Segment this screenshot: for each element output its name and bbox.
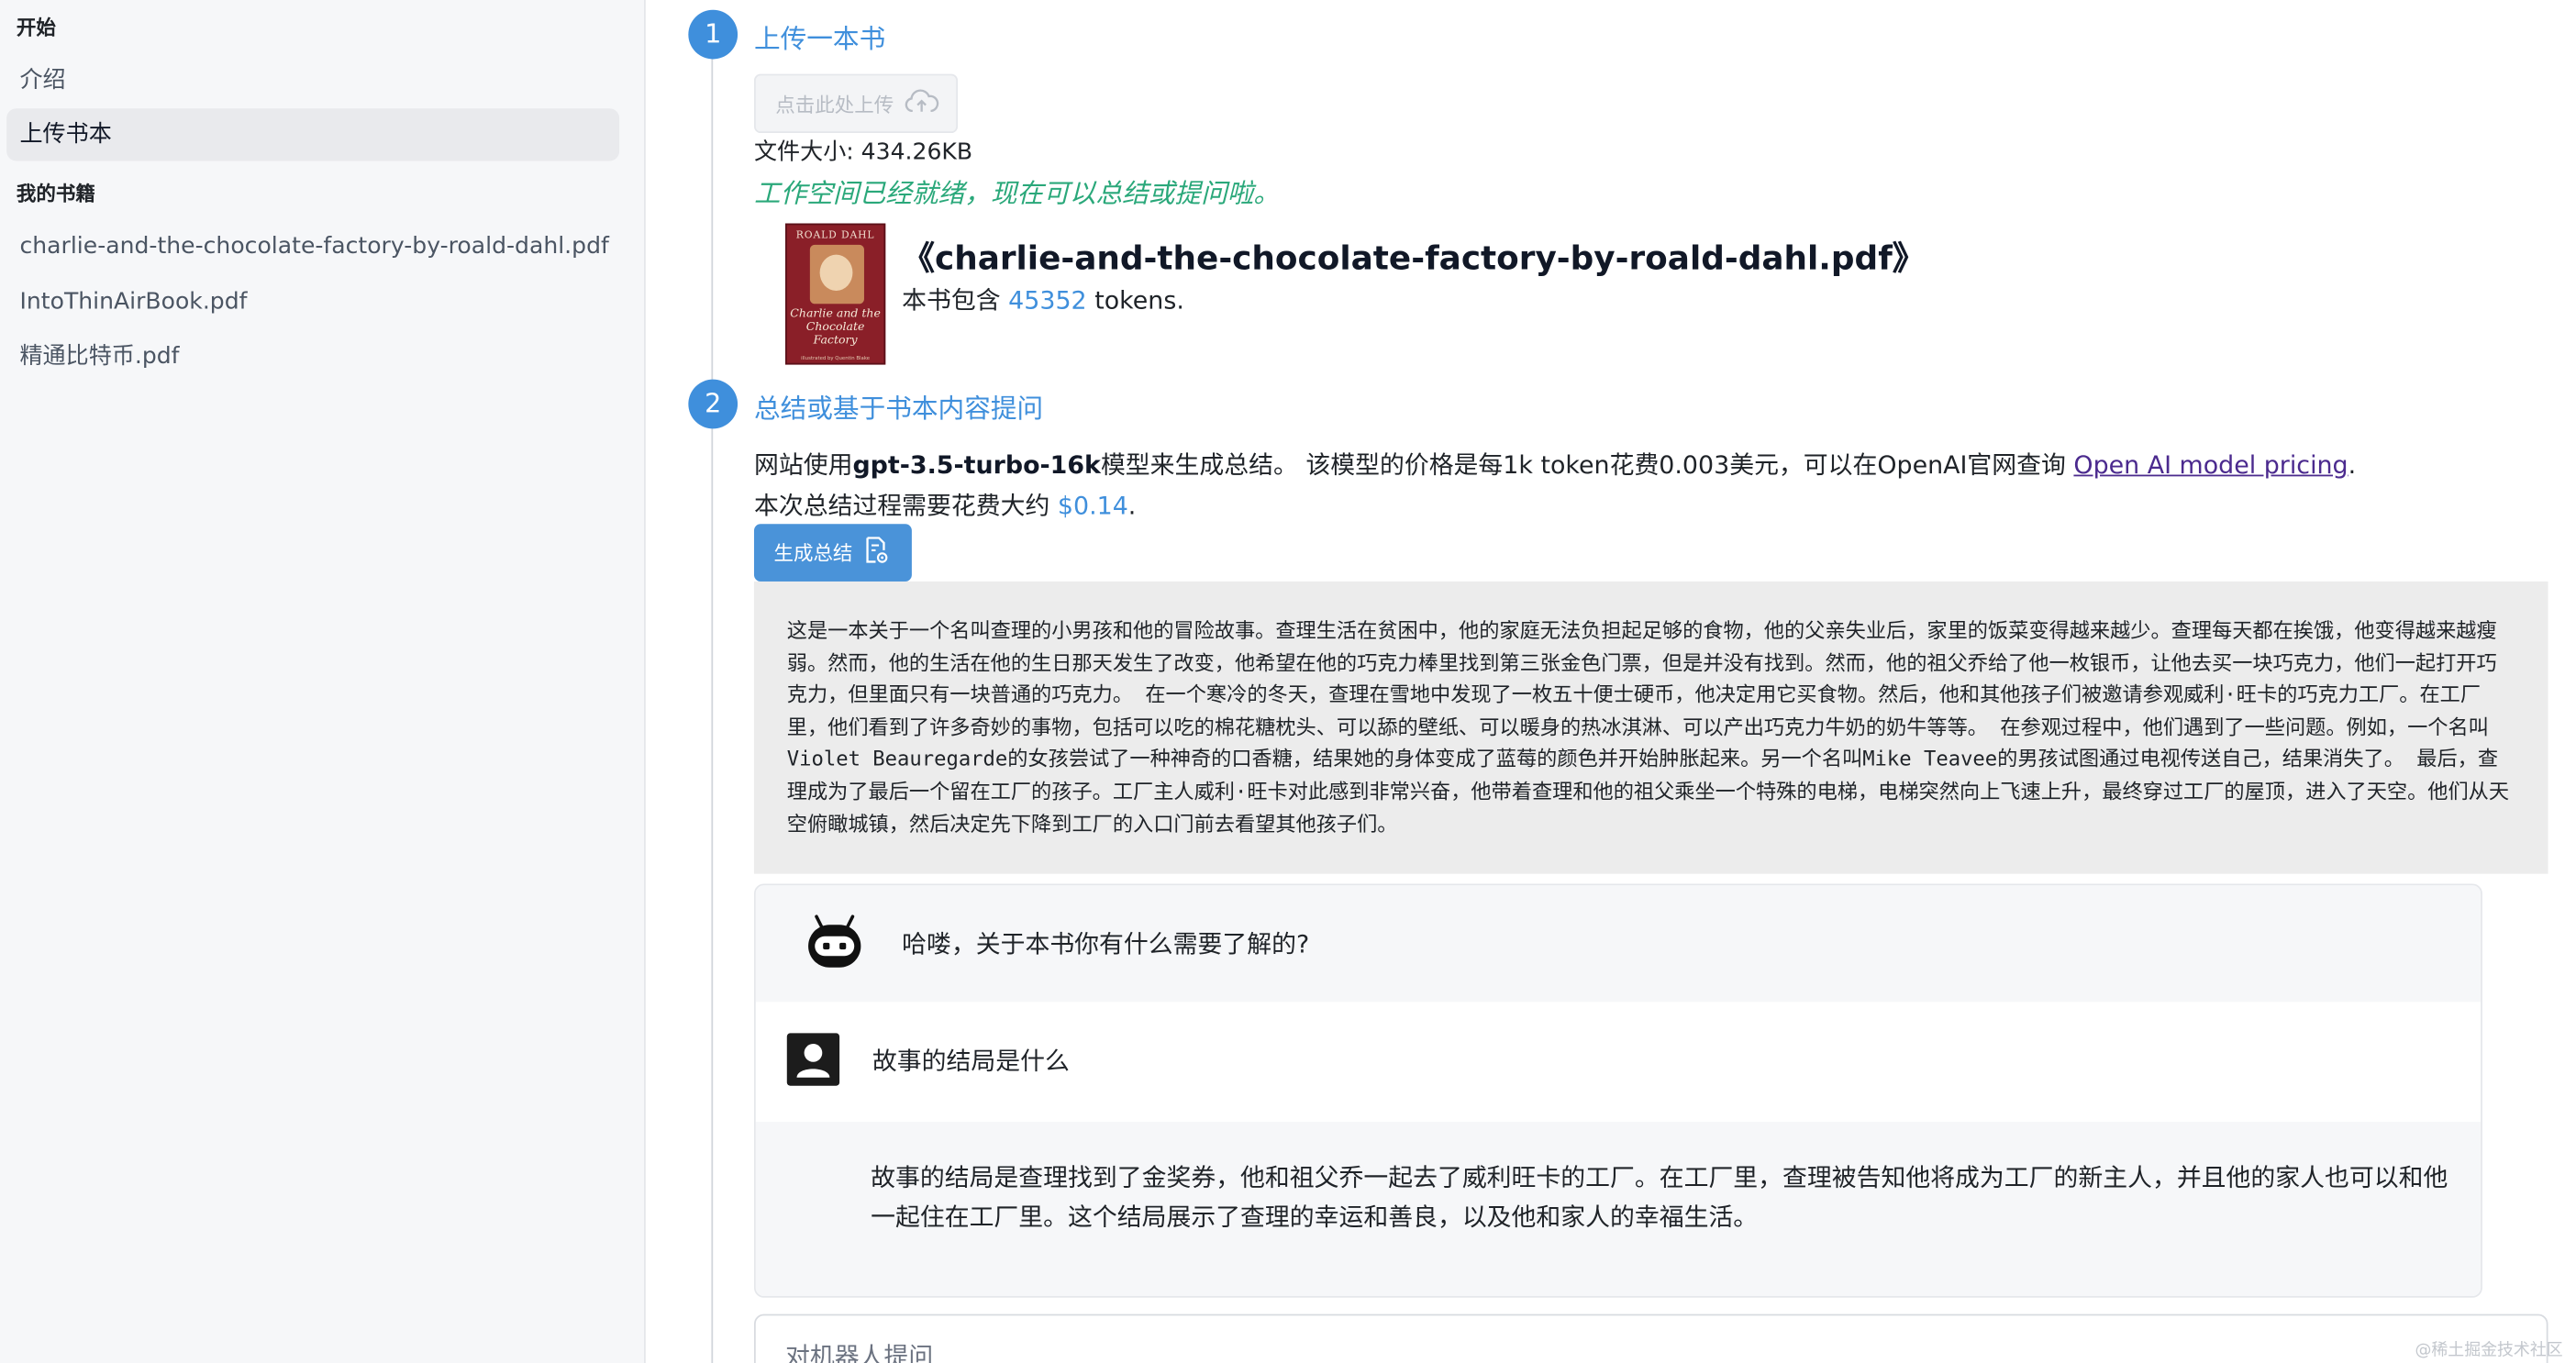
step-2-badge: 2 (688, 379, 738, 429)
cost-value: $0.14 (1057, 491, 1128, 521)
book-cover-image: ROALD DAHL Charlie and the Chocolate Fac… (785, 223, 886, 365)
cost-line: 本次总结过程需要花费大约 $0.14. (754, 488, 1136, 523)
step-connector-line (711, 55, 714, 1363)
cost-prefix: 本次总结过程需要花费大约 (753, 491, 1058, 521)
generate-summary-label: 生成总结 (773, 541, 853, 566)
generate-summary-button[interactable]: 生成总结 (753, 524, 912, 582)
app-root: 开始 介绍 上传书本 我的书籍 charlie-and-the-chocolat… (0, 0, 2576, 1363)
workspace-ready-message: 工作空间已经就绪，现在可以总结或提问啦。 (753, 177, 1281, 209)
robot-icon (804, 914, 866, 972)
cost-end: . (1127, 491, 1137, 521)
cloud-upload-icon (904, 88, 939, 119)
user-icon (786, 1033, 840, 1086)
token-suffix: tokens. (1094, 285, 1184, 316)
sidebar-heading-books: 我的书籍 (16, 182, 95, 205)
model-info-end: . (2348, 449, 2357, 480)
model-info-suffix: 模型来生成总结。 该模型的价格是每1k token花费0.003美元，可以在Op… (1100, 449, 2074, 480)
step-2-title: 总结或基于书本内容提问 (753, 393, 1044, 425)
cover-title: Charlie and the Chocolate Factory (790, 306, 881, 347)
model-info-line: 网站使用gpt-3.5-turbo-16k模型来生成总结。 该模型的价格是每1k… (754, 447, 2356, 482)
model-name: gpt-3.5-turbo-16k (852, 449, 1101, 480)
sidebar-item-intro[interactable]: 介绍 (6, 54, 619, 106)
upload-button[interactable]: 点击此处上传 (753, 73, 959, 134)
step-1-title: 上传一本书 (753, 23, 886, 55)
book-title: 《charlie-and-the-chocolate-factory-by-ro… (902, 238, 1926, 278)
watermark: @稀土掘金技术社区 (2415, 1335, 2562, 1360)
step-1-badge: 1 (688, 9, 738, 60)
sidebar-item-upload[interactable]: 上传书本 (6, 108, 620, 161)
watermark-text: @稀土掘金技术社区 (2415, 1342, 2563, 1360)
sidebar-heading-start: 开始 (16, 16, 56, 39)
summary-output: 这是一本关于一个名叫查理的小男孩和他的冒险故事。查理生活在贫困中，他的家庭无法负… (753, 581, 2548, 874)
ask-bot-input[interactable] (753, 1313, 2548, 1363)
bot-answer: 故事的结局是查理找到了金奖券，他和祖父乔一起去了威利旺卡的工厂。在工厂里，查理被… (871, 1162, 2448, 1233)
sidebar-item-book-bitcoin[interactable]: 精通比特币.pdf (6, 330, 619, 382)
token-count: 45352 (1008, 285, 1087, 316)
sidebar-item-book-charlie[interactable]: charlie-and-the-chocolate-factory-by-roa… (6, 220, 619, 272)
file-size-text: 文件大小: 434.26KB (753, 139, 973, 166)
user-question: 故事的结局是什么 (872, 1046, 1070, 1076)
bot-greeting: 哈喽，关于本书你有什么需要了解的? (902, 929, 1310, 959)
cover-illustrator: illustrated by Quentin Blake (801, 354, 871, 361)
ask-bot-label: 对机器人提问 (785, 1342, 934, 1363)
sidebar-item-book-intothinair[interactable]: IntoThinAirBook.pdf (6, 276, 619, 328)
model-info-prefix: 网站使用 (753, 449, 853, 480)
cover-author: ROALD DAHL (795, 229, 875, 242)
token-prefix: 本书包含 (902, 285, 1001, 316)
document-gear-icon (862, 536, 889, 571)
pricing-link[interactable]: Open AI model pricing (2073, 450, 2348, 480)
token-count-line: 本书包含 45352 tokens. (902, 283, 1184, 317)
upload-button-label: 点击此处上传 (775, 93, 894, 116)
cover-illustration-face (819, 254, 853, 291)
sidebar: 开始 介绍 上传书本 我的书籍 charlie-and-the-chocolat… (0, 0, 646, 1363)
